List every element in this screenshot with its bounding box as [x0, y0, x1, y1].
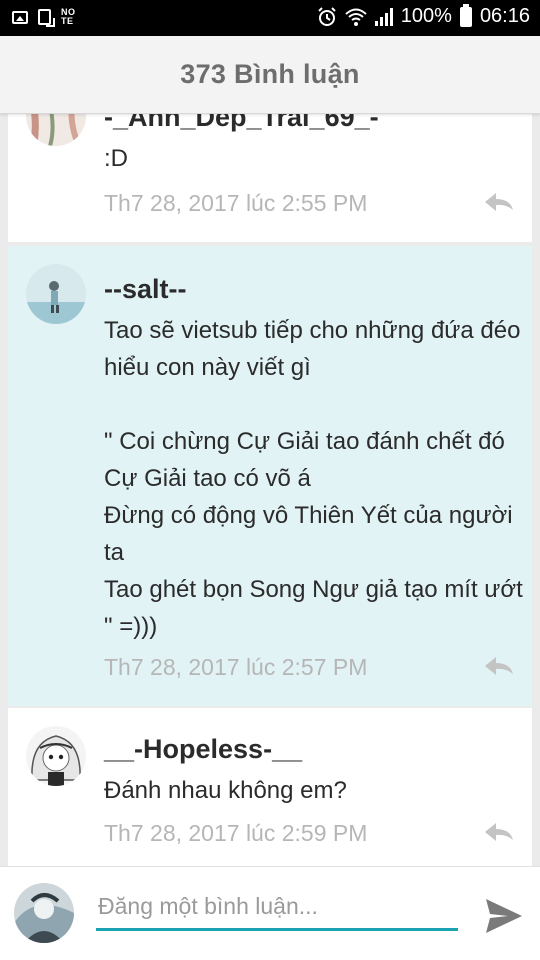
avatar[interactable] — [26, 264, 86, 324]
comment-item: --salt-- Tao sẽ vietsub tiếp cho những đ… — [8, 246, 532, 706]
reply-icon[interactable] — [482, 654, 516, 678]
reply-icon[interactable] — [482, 820, 516, 844]
avatar[interactable] — [26, 114, 86, 146]
comment-item: -_Anh_Dep_Trai_69_- :D Th7 28, 2017 lúc … — [8, 114, 532, 242]
battery-percent: 100% — [400, 5, 452, 27]
comment-username[interactable]: __-Hopeless-__ — [104, 734, 302, 765]
comment-text: :D — [104, 145, 128, 172]
page-title: 373 Bình luận — [180, 59, 360, 89]
avatar[interactable] — [14, 883, 74, 943]
reply-icon[interactable] — [482, 190, 516, 214]
comment-composer — [0, 866, 540, 960]
comment-list[interactable]: -_Anh_Dep_Trai_69_- :D Th7 28, 2017 lúc … — [0, 114, 540, 866]
alarm-icon — [318, 6, 336, 26]
battery-icon — [459, 3, 472, 27]
wifi-icon — [345, 8, 367, 26]
signal-icon — [374, 7, 393, 26]
clock: 06:16 — [479, 5, 530, 27]
comment-input[interactable] — [96, 889, 458, 931]
comment-username[interactable]: -_Anh_Dep_Trai_69_- — [104, 114, 379, 133]
app-header: 373 Bình luận — [0, 36, 540, 114]
avatar[interactable] — [26, 726, 86, 786]
status-bar: NO TE 100% 06:16 — [0, 0, 540, 36]
comment-timestamp: Th7 28, 2017 lúc 2:59 PM — [104, 820, 368, 846]
comment-item: __-Hopeless-__ Đánh nhau không em? Th7 2… — [8, 708, 532, 866]
document-icon — [38, 9, 55, 27]
comment-username[interactable]: --salt-- — [104, 274, 187, 305]
comment-text: Đánh nhau không em? — [104, 777, 347, 804]
note-icon: NO TE — [61, 7, 76, 26]
comment-timestamp: Th7 28, 2017 lúc 2:57 PM — [104, 654, 368, 680]
send-icon[interactable] — [484, 897, 524, 935]
comment-text: Tao sẽ vietsub tiếp cho những đứa đéo hi… — [104, 317, 523, 640]
comment-timestamp: Th7 28, 2017 lúc 2:55 PM — [104, 190, 368, 216]
image-icon — [12, 10, 28, 24]
